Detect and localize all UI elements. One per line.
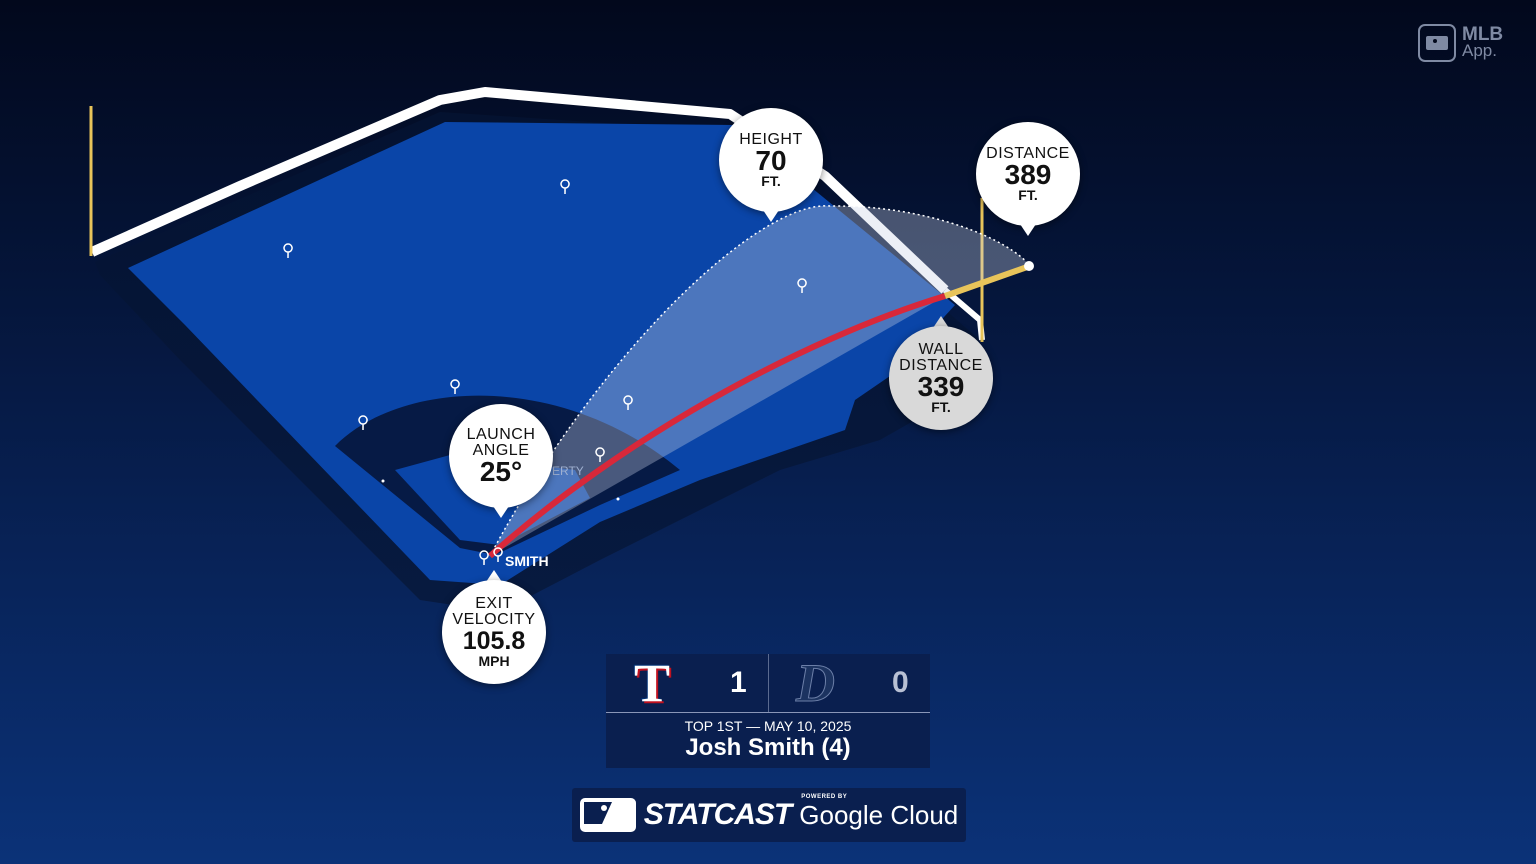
wall-distance-value: 339 — [917, 371, 965, 402]
exit-velocity-label-2: VELOCITY — [452, 611, 536, 628]
score-row: T 1 D 0 — [606, 654, 930, 713]
statcast-wordmark: STATCAST — [643, 798, 793, 831]
mlb-app-logo: MLB App. — [1418, 24, 1503, 62]
base — [616, 497, 620, 501]
score-divider — [768, 654, 769, 712]
ball-landing-point — [1024, 261, 1034, 271]
statcast-branding: STATCAST POWERED BY Google Cloud — [572, 788, 966, 842]
scoreboard: T 1 D 0 TOP 1ST — MAY 10, 2025 Josh Smit… — [606, 654, 930, 768]
wall-distance-label-1: WALL — [918, 341, 964, 358]
mlb-logo-icon — [579, 798, 636, 832]
distance-unit: FT. — [1018, 187, 1038, 203]
mlb-logo-subtext: App. — [1462, 41, 1497, 60]
launch-angle-stat: LAUNCH ANGLE 25° — [449, 404, 553, 508]
launch-angle-value: 25° — [479, 456, 523, 487]
wall-distance-stat: WALL DISTANCE 339 FT. — [889, 326, 993, 430]
home-score: 0 — [892, 666, 909, 699]
away-score: 1 — [730, 666, 747, 699]
exit-velocity-unit: MPH — [478, 653, 510, 669]
mlb-logo-icon — [1418, 24, 1456, 62]
height-unit: FT. — [761, 173, 781, 189]
home-team-logo: D — [796, 653, 836, 713]
powered-by-text: POWERED BY — [801, 793, 848, 800]
height-stat: HEIGHT 70 FT. — [719, 108, 823, 212]
inning-date: TOP 1ST — MAY 10, 2025 — [684, 718, 852, 734]
wall-distance-unit: FT. — [931, 399, 951, 415]
distance-pointer — [1020, 224, 1036, 236]
google-cloud-wordmark: Google Cloud — [799, 799, 959, 830]
away-team-logo: T — [634, 653, 671, 713]
player-name: Josh Smith (4) — [685, 734, 851, 761]
distance-value: 389 — [1004, 159, 1052, 190]
exit-velocity-stat: EXIT VELOCITY 105.8 MPH — [442, 580, 546, 684]
signage-text: ERTY — [552, 464, 584, 478]
height-value: 70 — [755, 145, 787, 176]
distance-stat: DISTANCE 389 FT. — [976, 122, 1080, 226]
launch-angle-label-1: LAUNCH — [466, 426, 536, 443]
launch-angle-pointer — [493, 506, 509, 518]
batter-label: SMITH — [505, 553, 549, 569]
base — [381, 479, 385, 483]
exit-velocity-value: 105.8 — [462, 627, 526, 655]
height-pointer — [763, 210, 779, 222]
exit-velocity-label-1: EXIT — [475, 595, 513, 612]
